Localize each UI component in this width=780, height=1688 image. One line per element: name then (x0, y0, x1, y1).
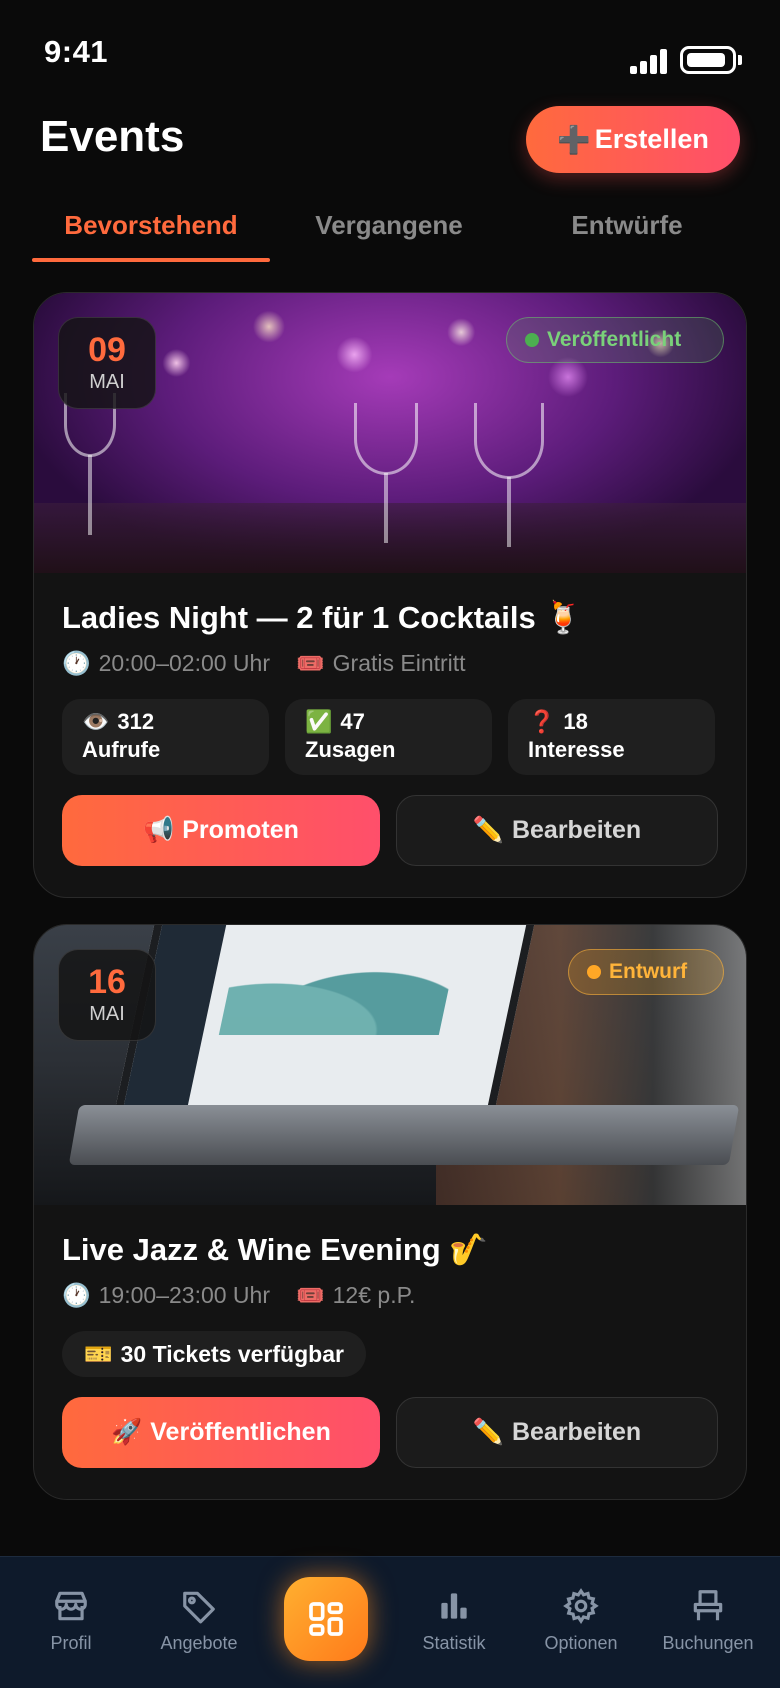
stat-confirmations: ✅ 47 Zusagen (285, 699, 492, 775)
edit-label: Bearbeiten (511, 816, 642, 844)
edit-button[interactable]: ✏️ Bearbeiten (396, 1397, 718, 1468)
nav-label: Buchungen (662, 1633, 754, 1653)
signal-icon (630, 48, 670, 74)
status-dot-icon (587, 965, 601, 979)
pencil-icon: ✏️ (472, 1418, 504, 1446)
date-month: MAI (89, 1002, 125, 1025)
event-meta: 🕐 19:00–23:00 Uhr 🎟️ 12€ p.P. (62, 1282, 718, 1309)
stat-views: 👁️ 312 Aufrufe (62, 699, 269, 775)
event-card-body: Live Jazz & Wine Evening 🎷 🕐 19:00–23:00… (34, 1205, 746, 1496)
nav-label: Profil (50, 1633, 92, 1653)
stat-label: Interesse (528, 737, 625, 762)
status-badge: Veröffentlicht (506, 317, 724, 363)
rocket-icon: 🚀 (111, 1418, 143, 1446)
event-price-text: 12€ p.P. (332, 1282, 416, 1308)
dashboard-icon (309, 1602, 343, 1636)
event-meta: 🕐 20:00–02:00 Uhr 🎟️ Gratis Eintritt (62, 650, 718, 677)
date-badge: 09 MAI (58, 317, 156, 409)
event-stats: 👁️ 312 Aufrufe ✅ 47 Zusagen ❓ 18 Interesse (62, 699, 718, 775)
plus-icon: ➕ (557, 124, 591, 155)
date-month: MAI (89, 370, 125, 393)
status-badge: Entwurf (568, 949, 724, 995)
event-time-text: 20:00–02:00 Uhr (98, 650, 270, 676)
event-actions: 🚀 Veröffentlichen ✏️ Bearbeiten (62, 1397, 718, 1468)
page-title: Events (40, 112, 185, 161)
publish-label: Veröffentlichen (150, 1418, 331, 1446)
event-title: Live Jazz & Wine Evening 🎷 (62, 1232, 488, 1267)
stat-label: Aufrufe (82, 737, 161, 762)
ticket-icon: 🎟️ (296, 650, 325, 676)
check-icon: ✅ (305, 709, 333, 734)
event-price: 🎟️ Gratis Eintritt (296, 650, 466, 677)
store-icon (55, 1591, 87, 1621)
active-tab-indicator (32, 258, 270, 262)
tab-bevorstehend[interactable]: Bevorstehend (32, 210, 270, 241)
event-price-text: Gratis Eintritt (332, 650, 466, 676)
pencil-icon: ✏️ (472, 816, 504, 844)
tab-entwuerfe[interactable]: Entwürfe (508, 210, 746, 241)
tickets-available-badge: 🎫 30 Tickets verfügbar (62, 1331, 366, 1377)
tab-vergangene[interactable]: Vergangene (270, 210, 508, 241)
clock-icon: 🕐 (62, 1282, 91, 1308)
status-time: 9:41 (44, 34, 109, 69)
tickets-text: 30 Tickets verfügbar (120, 1340, 344, 1367)
event-card[interactable]: 09 MAI Veröffentlicht Ladies Night — 2 f… (33, 292, 747, 898)
event-actions: 📢 Promoten ✏️ Bearbeiten (62, 795, 718, 866)
status-label: Entwurf (609, 960, 688, 983)
date-badge: 16 MAI (58, 949, 156, 1041)
event-time: 🕐 19:00–23:00 Uhr (62, 1282, 270, 1309)
edit-button[interactable]: ✏️ Bearbeiten (396, 795, 718, 866)
nav-label: Angebote (160, 1633, 238, 1653)
megaphone-icon: 📢 (143, 816, 175, 844)
gear-icon (563, 1588, 599, 1624)
event-time-text: 19:00–23:00 Uhr (98, 1282, 270, 1308)
tag-icon (183, 1591, 215, 1624)
stat-value: 47 (340, 709, 365, 734)
chair-icon (693, 1590, 723, 1621)
bottom-nav: Profil Angebote Statistik Optionen Buchu… (0, 1556, 780, 1688)
nav-optionen[interactable]: Optionen (521, 1587, 641, 1654)
status-dot-icon (525, 333, 539, 347)
event-time: 🕐 20:00–02:00 Uhr (62, 650, 270, 677)
status-label: Veröffentlicht (547, 328, 682, 351)
ticket-icon: 🎫 (84, 1340, 113, 1367)
publish-button[interactable]: 🚀 Veröffentlichen (62, 1397, 380, 1468)
nav-buchungen[interactable]: Buchungen (648, 1587, 768, 1654)
bar-chart-icon (441, 1593, 467, 1619)
date-day: 16 (88, 962, 126, 1001)
event-image: 16 MAI Entwurf (34, 925, 746, 1205)
promote-button[interactable]: 📢 Promoten (62, 795, 380, 866)
date-day: 09 (88, 330, 126, 369)
nav-label: Optionen (544, 1633, 618, 1653)
eye-icon: 👁️ (82, 709, 110, 734)
tab-bar: Bevorstehend Vergangene Entwürfe (32, 200, 748, 264)
battery-icon (680, 46, 742, 74)
event-card-body: Ladies Night — 2 für 1 Cocktails 🍹 🕐 20:… (34, 573, 746, 894)
promote-label: Promoten (182, 816, 299, 844)
clock-icon: 🕐 (62, 650, 91, 676)
nav-dashboard-button[interactable] (284, 1577, 368, 1661)
ticket-icon: 🎟️ (296, 1282, 325, 1308)
nav-statistik[interactable]: Statistik (394, 1587, 514, 1654)
stat-label: Zusagen (305, 737, 396, 762)
create-event-button[interactable]: ➕ Erstellen (526, 106, 740, 173)
nav-profil[interactable]: Profil (11, 1587, 131, 1654)
status-bar: 9:41 (0, 0, 780, 100)
edit-label: Bearbeiten (511, 1418, 642, 1446)
nav-label: Statistik (422, 1633, 486, 1653)
event-image: 09 MAI Veröffentlicht (34, 293, 746, 573)
question-icon: ❓ (528, 709, 556, 734)
stat-value: 312 (117, 709, 155, 734)
nav-angebote[interactable]: Angebote (139, 1587, 259, 1654)
event-card[interactable]: 16 MAI Entwurf Live Jazz & Wine Evening … (33, 924, 747, 1500)
stat-interest: ❓ 18 Interesse (508, 699, 715, 775)
event-title: Ladies Night — 2 für 1 Cocktails 🍹 (62, 600, 583, 635)
event-price: 🎟️ 12€ p.P. (296, 1282, 415, 1309)
create-button-label: Erstellen (594, 124, 709, 154)
stat-value: 18 (563, 709, 588, 734)
